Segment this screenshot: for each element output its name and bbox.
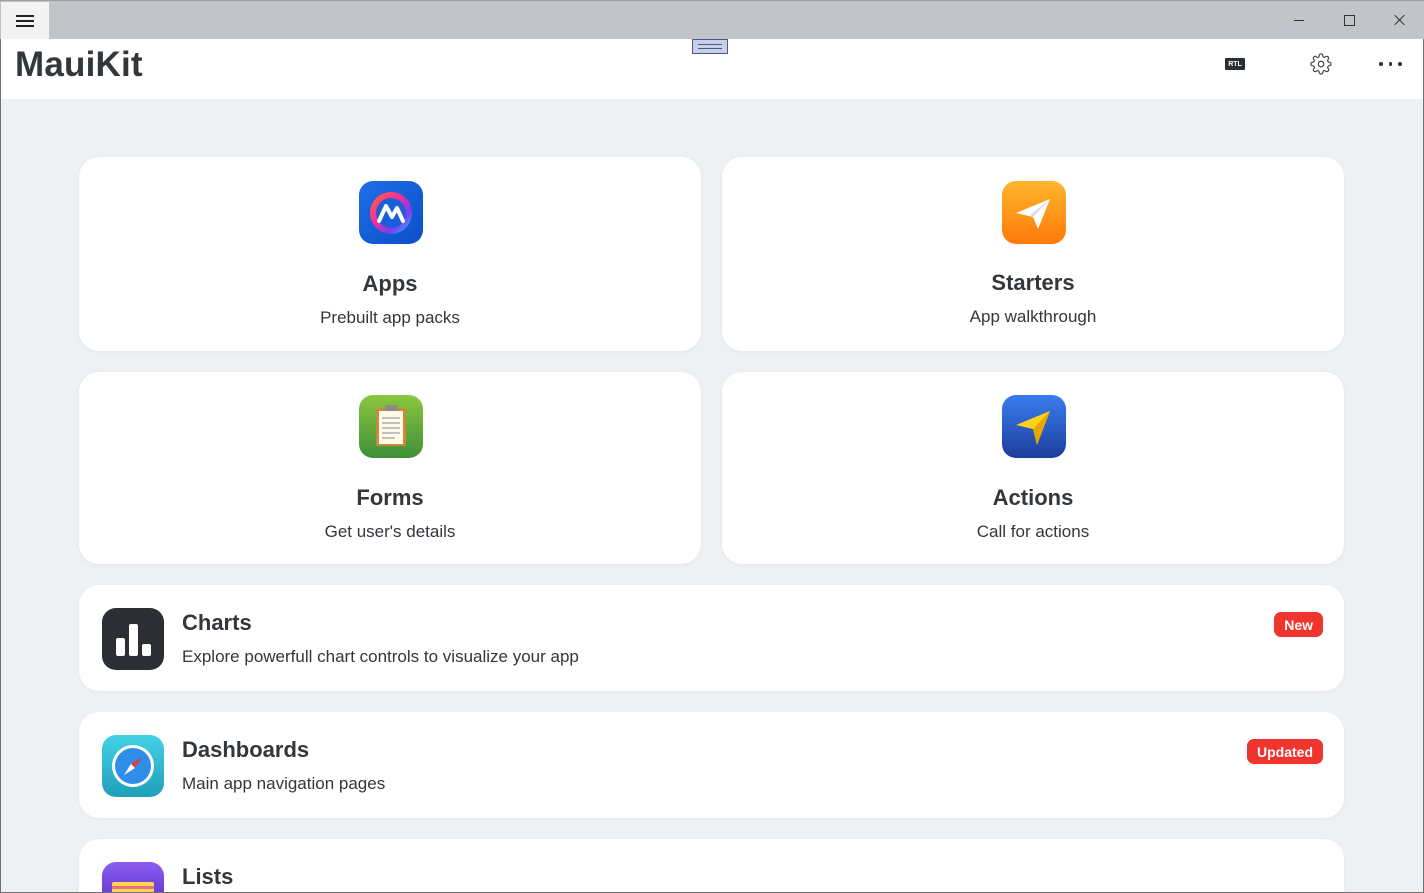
tile-subtitle: Call for actions xyxy=(976,522,1090,541)
tile-starters[interactable]: Starters App walkthrough xyxy=(722,157,1344,351)
more-options-button[interactable] xyxy=(1379,59,1407,69)
apps-logo-icon xyxy=(359,181,423,244)
tile-subtitle: Prebuilt app packs xyxy=(320,308,460,327)
bar-chart-icon xyxy=(102,608,164,670)
tile-title: Actions xyxy=(992,485,1074,510)
app-header: MauiKit RTL xyxy=(1,39,1423,99)
more-horizontal-icon xyxy=(1379,62,1383,66)
window-border xyxy=(0,39,1,893)
tile-subtitle: Get user's details xyxy=(324,522,456,541)
row-lists[interactable]: Lists xyxy=(79,839,1344,893)
row-subtitle: Explore powerfull chart controls to visu… xyxy=(182,647,579,666)
maximize-button[interactable] xyxy=(1326,1,1372,39)
close-icon xyxy=(1393,14,1405,26)
paper-plane-icon xyxy=(1002,181,1066,244)
drag-handle[interactable] xyxy=(692,39,728,54)
tile-apps[interactable]: Apps Prebuilt app packs xyxy=(79,157,701,351)
hamburger-icon xyxy=(16,14,34,28)
status-badge: New xyxy=(1274,612,1323,637)
tile-title: Forms xyxy=(356,485,424,510)
row-dashboards[interactable]: Dashboards Main app navigation pages Upd… xyxy=(79,712,1344,818)
tile-subtitle: App walkthrough xyxy=(969,307,1097,326)
tile-actions[interactable]: Actions Call for actions xyxy=(722,372,1344,564)
tile-title: Apps xyxy=(362,271,418,296)
window-titlebar xyxy=(0,0,1424,40)
tile-title: Starters xyxy=(991,270,1075,295)
navigation-arrow-icon xyxy=(1002,395,1066,458)
compass-icon xyxy=(102,735,164,797)
close-button[interactable] xyxy=(1376,1,1422,39)
row-title: Dashboards xyxy=(182,737,310,762)
app-title: MauiKit xyxy=(15,45,143,84)
minimize-button[interactable] xyxy=(1276,1,1322,39)
minimize-icon xyxy=(1294,19,1304,21)
tile-forms[interactable]: Forms Get user's details xyxy=(79,372,701,564)
settings-button[interactable] xyxy=(1310,53,1332,75)
row-title: Charts xyxy=(182,610,252,635)
row-title: Lists xyxy=(182,864,234,889)
gear-icon xyxy=(1310,53,1332,75)
status-badge: Updated xyxy=(1247,739,1323,764)
hamburger-menu-button[interactable] xyxy=(1,2,49,40)
clipboard-icon xyxy=(359,395,423,458)
list-icon xyxy=(102,862,164,893)
row-subtitle: Main app navigation pages xyxy=(182,774,386,793)
row-charts[interactable]: Charts Explore powerfull chart controls … xyxy=(79,585,1344,691)
maximize-icon xyxy=(1343,14,1355,26)
rtl-toggle-button[interactable]: RTL xyxy=(1225,58,1245,70)
